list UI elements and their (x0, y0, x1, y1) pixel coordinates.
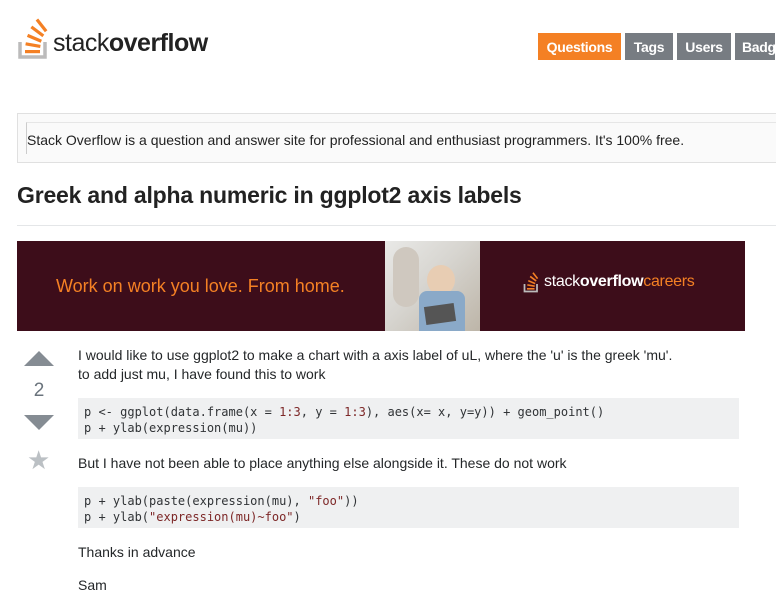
title-divider (17, 225, 776, 226)
upvote-arrow-icon[interactable] (24, 351, 54, 366)
logo-text-overflow: overflow (108, 29, 208, 57)
nav-badges-button[interactable]: Badg (735, 33, 775, 60)
main-nav: Questions Tags Users Badg (538, 33, 775, 60)
careers-ad-banner[interactable]: Work on work you love. From home. stacko… (17, 241, 745, 331)
code2-line2-pre: p + ylab( (84, 510, 150, 524)
code2-line1-post: )) (344, 494, 359, 508)
post-paragraph-2: to add just mu, I have found this to wor… (78, 366, 326, 382)
post-paragraph-1: I would like to use ggplot2 to make a ch… (78, 347, 673, 363)
vote-count: 2 (33, 380, 45, 401)
code2-line1-pre: p + ylab(paste(expression(mu), (84, 494, 308, 508)
post-paragraph-4: Thanks in advance (78, 544, 196, 560)
ad-brand-text: stackoverflowcareers (544, 273, 695, 291)
code2-line2-post: ) (293, 510, 301, 524)
ad-brand-stack: stack (544, 273, 580, 290)
careers-logo-icon (523, 272, 539, 293)
stackoverflow-logo-icon (18, 18, 48, 59)
logo-wordmark: stackoverflow (53, 31, 208, 60)
code1-line1-pre: p <- ggplot(data.frame(x = (84, 405, 280, 419)
post-paragraph-3: But I have not been able to place anythi… (78, 455, 567, 471)
code1-line1-post: ), aes(x= x, y=y)) + geom_point() (365, 405, 605, 419)
code2-line1-str: "foo" (307, 494, 345, 508)
site-intro-banner: Stack Overflow is a question and answer … (17, 113, 776, 163)
ad-brand-logo: stackoverflowcareers (523, 271, 695, 293)
code1-line1-num2: 1:3 (344, 405, 366, 419)
nav-users-button[interactable]: Users (677, 33, 731, 60)
code-block-1: p <- ggplot(data.frame(x = 1:3, y = 1:3)… (78, 398, 739, 439)
ad-brand-overflow: overflow (579, 273, 644, 290)
favorite-star-icon[interactable]: ★ (27, 447, 53, 473)
nav-questions-button[interactable]: Questions (538, 33, 621, 60)
ad-tagline: Work on work you love. From home. (56, 276, 345, 296)
code-block-2: p + ylab(paste(expression(mu), "foo")) p… (78, 487, 739, 528)
code1-line1-mid: , y = (300, 405, 345, 419)
code1-line2: p + ylab(expression(mu)) (84, 421, 258, 435)
code2-line2-str: "expression(mu)~foo" (149, 510, 294, 524)
site-logo[interactable]: stackoverflow (17, 16, 208, 60)
nav-tags-button[interactable]: Tags (625, 33, 673, 60)
site-intro-text: Stack Overflow is a question and answer … (26, 122, 776, 154)
question-title[interactable]: Greek and alpha numeric in ggplot2 axis … (17, 182, 522, 209)
code1-line1-num1: 1:3 (279, 405, 301, 419)
logo-text-stack: stack (53, 29, 109, 57)
downvote-arrow-icon[interactable] (24, 415, 54, 430)
ad-brand-careers: careers (643, 273, 695, 290)
post-signature: Sam (78, 577, 107, 593)
ad-photo (385, 241, 480, 331)
